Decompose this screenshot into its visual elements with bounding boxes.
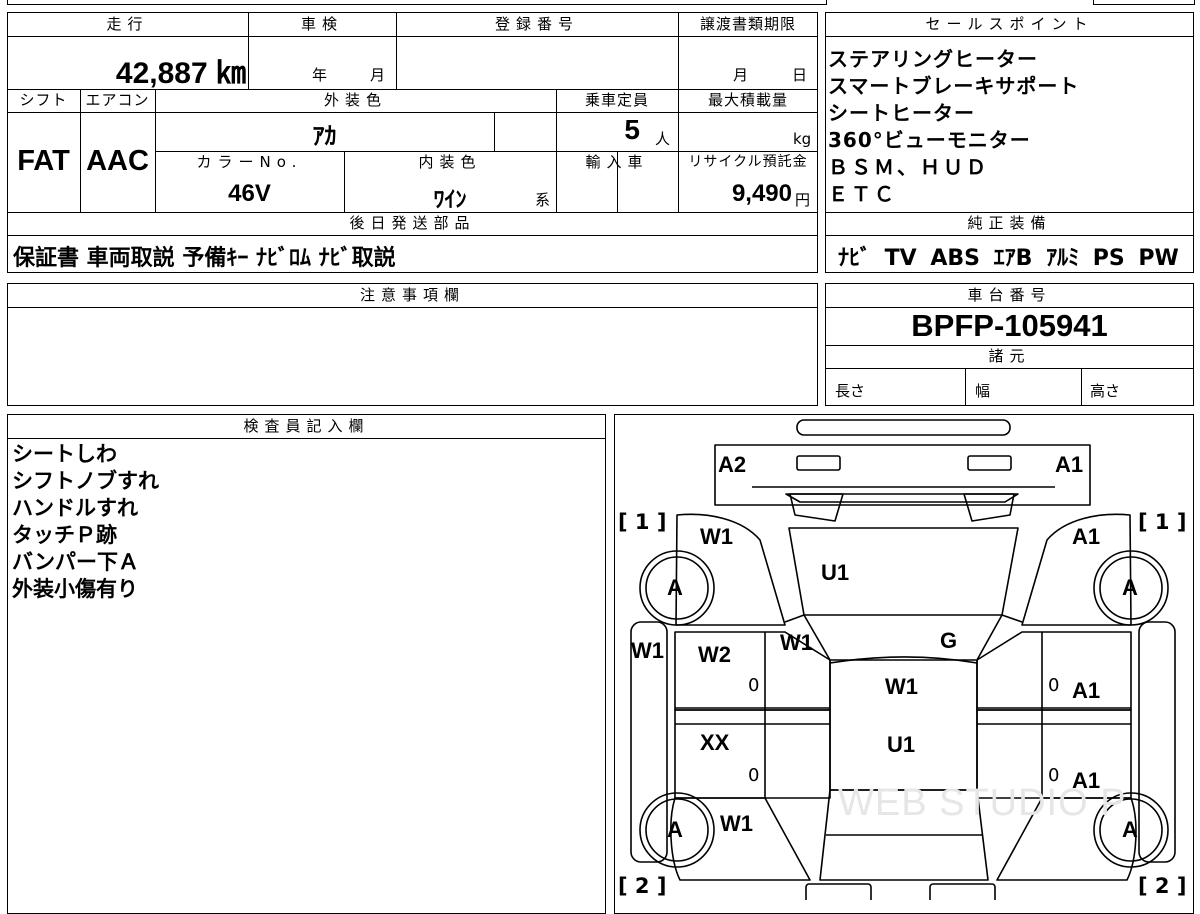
inspector-note: 外装小傷有り — [12, 577, 138, 601]
shift-header: シフト — [19, 91, 68, 109]
later-parts-value: 保証書 車両取説 予備ｷｰ ﾅﾋﾞﾛﾑ ﾅﾋﾞ取説 — [13, 246, 396, 271]
chassis-no-header: 車台番号 — [967, 286, 1052, 304]
deadline-day-unit: 日 — [792, 66, 808, 84]
sales-point-item: シートヒーター — [828, 101, 975, 125]
capacity-value: 5 — [624, 114, 640, 145]
damage-label: A — [1122, 575, 1138, 600]
door-marker: 0 — [1048, 675, 1060, 696]
damage-label: W1 — [631, 638, 664, 663]
damage-label: A1 — [1072, 678, 1101, 703]
top-strip-right — [1093, 0, 1195, 5]
specs-header: 諸元 — [988, 347, 1031, 365]
kei-unit: 系 — [535, 191, 551, 209]
color-no-value: 46V — [228, 180, 271, 207]
damage-label: XX — [700, 730, 730, 755]
notes-header: 注意事項欄 — [359, 286, 465, 304]
recycle-fee-header: リサイクル預託金 — [688, 154, 808, 170]
damage-label: A — [667, 817, 683, 842]
inspector-header: 検査員記入欄 — [243, 417, 370, 435]
capacity-header: 乗車定員 — [584, 91, 649, 109]
mileage-header: 走行 — [106, 15, 149, 33]
damage-label: W2 — [698, 642, 731, 667]
damage-label: G — [940, 628, 958, 653]
mileage-value: 42,887 ㎞ — [115, 57, 246, 90]
aircon-value: AAC — [86, 145, 149, 177]
interior-color-header: 内装色 — [418, 153, 482, 171]
sales-point-item: ステアリングヒーター — [828, 47, 1038, 71]
transfer-deadline-header: 譲渡書類期限 — [699, 15, 796, 33]
inspector-note: タッチＰ跡 — [12, 523, 117, 547]
year-unit: 年 — [312, 66, 328, 84]
interior-color-value: ﾜｲﾝ — [433, 187, 467, 212]
sales-point-item: ＥＴＣ — [828, 182, 897, 206]
genuine-equipment-header: 純正装備 — [967, 214, 1052, 232]
later-parts-header: 後日発送部品 — [349, 214, 476, 232]
sales-points-header: セールスポイント — [925, 15, 1094, 33]
damage-label: A2 — [718, 452, 747, 477]
genuine-equipment-value: ﾅﾋﾞ TV ABS ｴｱB ｱﾙﾐ PS PW — [838, 246, 1179, 271]
damage-label: U1 — [821, 560, 850, 585]
top-strip — [7, 0, 827, 5]
inspector-note: バンパー下Ａ — [12, 550, 140, 574]
damage-label: A — [1122, 817, 1138, 842]
position-bracket: [ 2 ] — [1138, 874, 1187, 898]
damage-label: W1 — [720, 811, 753, 836]
damage-label: A1 — [1055, 452, 1084, 477]
damage-label: W1 — [700, 524, 733, 549]
sales-point-item: ＢＳＭ、ＨＵＤ — [828, 155, 989, 179]
max-load-header: 最大積載量 — [707, 91, 788, 109]
inspection-header: 車検 — [300, 15, 343, 33]
import-header: 輸入車 — [585, 153, 649, 171]
damage-label: A1 — [1072, 524, 1101, 549]
door-marker: 0 — [1048, 765, 1060, 786]
damage-label: U1 — [887, 732, 916, 757]
door-marker: 0 — [748, 675, 760, 696]
chassis-no-value: BPFP-105941 — [911, 308, 1108, 343]
width-label: 幅 — [975, 382, 991, 400]
damage-label: W1 — [885, 674, 918, 699]
position-bracket: [ 1 ] — [1138, 510, 1187, 534]
registration-header: 登録番号 — [494, 15, 579, 33]
height-label: 高さ — [1090, 382, 1121, 400]
sales-point-item: 360°ビューモニター — [828, 128, 1031, 152]
exterior-color-value: ｱｶ — [312, 123, 337, 150]
position-bracket: [ 1 ] — [618, 510, 667, 534]
length-label: 長さ — [835, 382, 866, 400]
damage-label: W1 — [780, 630, 813, 655]
recycle-fee-value: 9,490 — [731, 180, 792, 207]
kg-unit: kg — [793, 130, 812, 148]
inspector-note: ハンドルすれ — [12, 496, 138, 520]
person-unit: 人 — [655, 130, 671, 148]
position-bracket: [ 2 ] — [618, 874, 667, 898]
color-no-header: カラーNo. — [196, 153, 303, 171]
inspector-note: シートしわ — [12, 442, 117, 466]
sales-point-item: スマートブレーキサポート — [828, 74, 1080, 98]
yen-unit: 円 — [795, 191, 811, 209]
deadline-month-unit: 月 — [733, 66, 749, 84]
inspector-note: シフトノブすれ — [12, 469, 159, 493]
shift-value: FAT — [17, 145, 70, 177]
exterior-color-header: 外装色 — [323, 91, 387, 109]
damage-label: A — [667, 575, 683, 600]
door-marker: 0 — [748, 765, 760, 786]
month-unit: 月 — [370, 66, 386, 84]
aircon-header: エアコン — [85, 91, 150, 109]
damage-label: A1 — [1072, 768, 1101, 793]
